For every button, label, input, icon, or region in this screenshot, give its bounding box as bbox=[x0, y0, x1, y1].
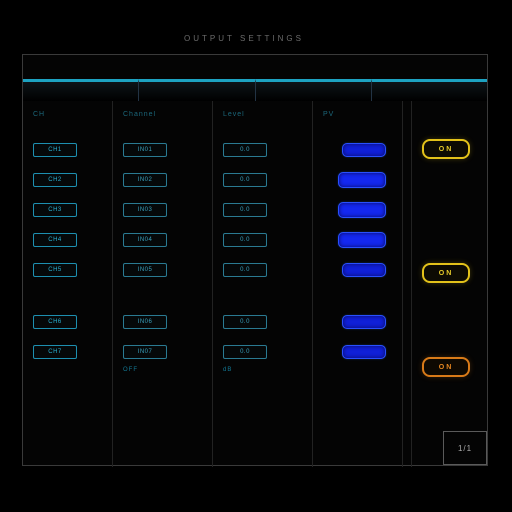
cell-label[interactable]: CH5 bbox=[33, 255, 106, 285]
side-panel: ON ON ON bbox=[411, 101, 487, 467]
cell-value[interactable]: IN03 bbox=[123, 195, 206, 225]
cell-label[interactable]: CH7 bbox=[33, 337, 106, 367]
cell-value[interactable]: IN07 bbox=[123, 337, 206, 367]
cell-indicator[interactable] bbox=[323, 165, 396, 195]
column-header: PV bbox=[323, 111, 396, 135]
column-header: Level bbox=[223, 111, 306, 135]
cell-indicator[interactable] bbox=[323, 255, 396, 285]
cell-value[interactable]: IN05 bbox=[123, 255, 206, 285]
parameter-grid: CH CH1 CH2 CH3 CH4 CH5 CH6 CH7 Channel I… bbox=[23, 101, 403, 467]
cell-value[interactable]: 0.0 bbox=[223, 307, 306, 337]
cell-value[interactable]: 0.0 bbox=[223, 225, 306, 255]
main-panel: CH CH1 CH2 CH3 CH4 CH5 CH6 CH7 Channel I… bbox=[22, 54, 488, 466]
cell-label[interactable]: CH2 bbox=[33, 165, 106, 195]
cell-value[interactable]: 0.0 bbox=[223, 135, 306, 165]
page-indicator[interactable]: 1/1 bbox=[443, 431, 487, 465]
cell-value[interactable]: 0.0 bbox=[223, 165, 306, 195]
cell-value[interactable]: IN02 bbox=[123, 165, 206, 195]
cell-label[interactable]: CH6 bbox=[33, 307, 106, 337]
cell-label[interactable]: CH3 bbox=[33, 195, 106, 225]
column-footer: OFF bbox=[123, 367, 206, 373]
tab-1[interactable] bbox=[23, 79, 138, 101]
tab-2[interactable] bbox=[138, 79, 254, 101]
cell-indicator[interactable] bbox=[323, 195, 396, 225]
cell-value[interactable]: IN04 bbox=[123, 225, 206, 255]
cell-indicator[interactable] bbox=[323, 337, 396, 367]
cell-value[interactable]: 0.0 bbox=[223, 195, 306, 225]
side-button-2[interactable]: ON bbox=[422, 263, 470, 283]
column-header: CH bbox=[33, 111, 106, 135]
cell-value[interactable]: IN06 bbox=[123, 307, 206, 337]
side-button-3[interactable]: ON bbox=[422, 357, 470, 377]
cell-label[interactable]: CH4 bbox=[33, 225, 106, 255]
cell-value[interactable]: IN01 bbox=[123, 135, 206, 165]
cell-value[interactable]: 0.0 bbox=[223, 337, 306, 367]
column-0: CH CH1 CH2 CH3 CH4 CH5 CH6 CH7 bbox=[23, 101, 113, 467]
side-button-1[interactable]: ON bbox=[422, 139, 470, 159]
column-3: PV bbox=[313, 101, 403, 467]
column-1: Channel IN01 IN02 IN03 IN04 IN05 IN06 IN… bbox=[113, 101, 213, 467]
column-header: Channel bbox=[123, 111, 206, 135]
tab-bar bbox=[23, 79, 487, 101]
tab-4[interactable] bbox=[371, 79, 487, 101]
tab-3[interactable] bbox=[255, 79, 371, 101]
column-footer: dB bbox=[223, 367, 306, 373]
cell-indicator[interactable] bbox=[323, 307, 396, 337]
cell-indicator[interactable] bbox=[323, 135, 396, 165]
window-title: OUTPUT SETTINGS bbox=[114, 34, 374, 43]
cell-label[interactable]: CH1 bbox=[33, 135, 106, 165]
cell-indicator[interactable] bbox=[323, 225, 396, 255]
column-2: Level 0.0 0.0 0.0 0.0 0.0 0.0 0.0 dB bbox=[213, 101, 313, 467]
cell-value[interactable]: 0.0 bbox=[223, 255, 306, 285]
